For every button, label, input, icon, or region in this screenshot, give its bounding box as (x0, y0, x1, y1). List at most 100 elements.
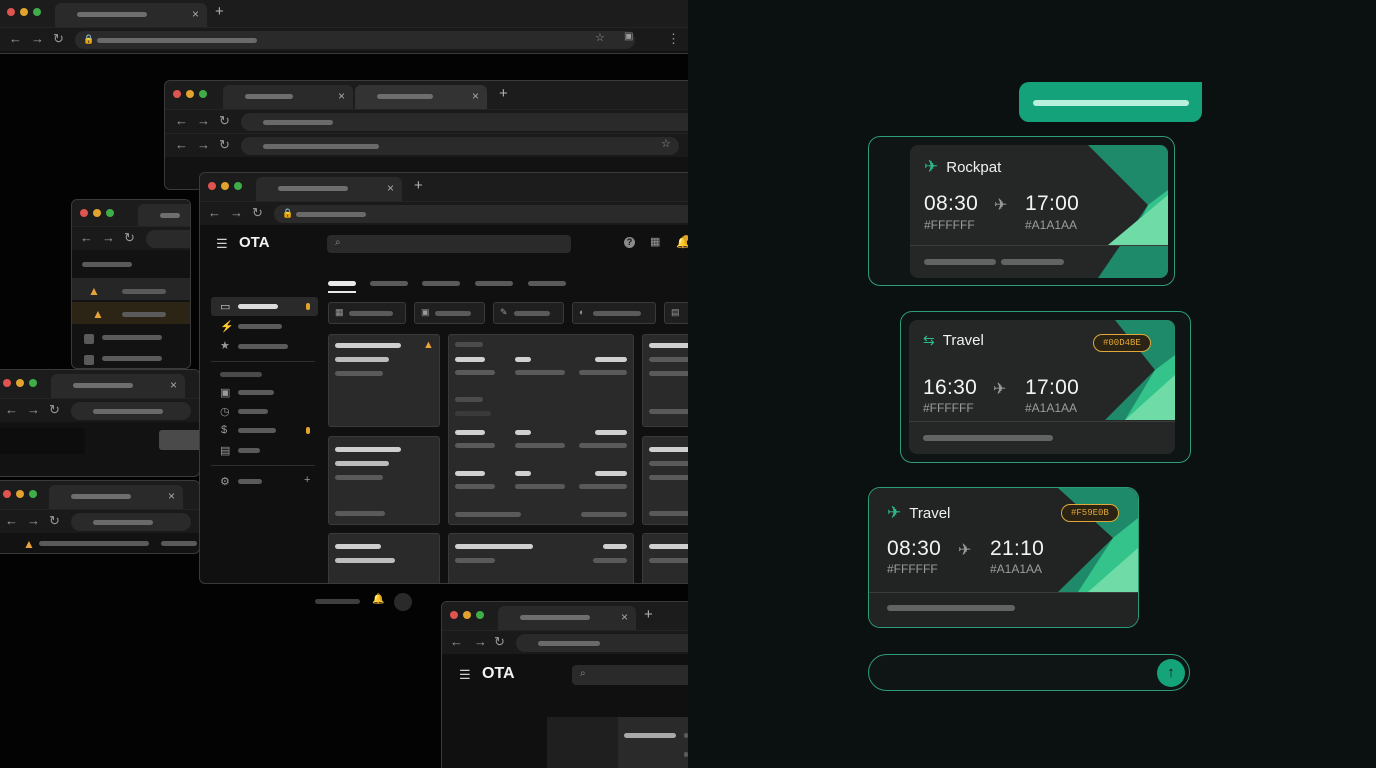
sidepanel-icon[interactable]: ▣ (624, 31, 633, 42)
composite-screen: × + ← → ↻ 🔒 ☆ ▣ ⋮ ← → ↻ ▲ ▲ × ← → ↻ × ← … (0, 0, 1376, 768)
hamburger-icon[interactable]: ☰ (216, 236, 228, 252)
help-icon[interactable]: ? (624, 237, 635, 248)
browser-tab[interactable]: × (55, 3, 207, 27)
address-bar[interactable]: 🔒 (75, 31, 635, 49)
browser-window-offscreen-1: × ← → ↻ (0, 369, 200, 477)
airline-name: Travel (909, 504, 951, 522)
depart-code: #FFFFFF (923, 401, 974, 415)
tab[interactable] (475, 281, 513, 286)
content-card[interactable]: ▲ (328, 334, 440, 427)
flight-card[interactable]: ⇆ Travel #00D4BE 16:30 ✈ 17:00 #FFFFFF #… (900, 311, 1191, 463)
close-tab-icon[interactable]: × (192, 7, 199, 21)
menu-kebab-icon[interactable]: ⋮ (667, 31, 680, 47)
arrive-time: 17:00 (1025, 192, 1080, 215)
new-tab-icon[interactable]: + (215, 3, 224, 20)
content-card[interactable] (448, 533, 634, 583)
apps-grid-icon[interactable]: ▦ (650, 235, 660, 248)
user-message-bubble (1019, 82, 1202, 122)
laptop-icon: ▭ (220, 301, 231, 313)
filter-chip[interactable]: ✎ (493, 302, 564, 324)
sidebar-item-settings[interactable] (238, 479, 262, 484)
browser-tab-active[interactable]: × (256, 177, 402, 201)
search-input[interactable]: ⌕ (572, 665, 688, 685)
color-badge: #F59E0B (1061, 504, 1119, 522)
content-table-card[interactable] (448, 334, 634, 525)
bolt-icon: ⚡ (220, 321, 234, 333)
warning-icon: ▲ (423, 339, 434, 351)
sidebar-item[interactable] (238, 448, 260, 453)
browser-tab[interactable]: × (223, 85, 353, 109)
route-icon: ⇆ (923, 332, 935, 348)
sidebar-item[interactable] (238, 344, 288, 349)
airline-name: Travel (942, 332, 984, 349)
clock-icon: ◷ (220, 406, 230, 418)
sidebar-item[interactable] (238, 409, 268, 414)
gear-icon[interactable]: ⚙ (220, 475, 230, 488)
forward-icon[interactable]: → (230, 205, 243, 220)
warning-icon: ▲ (92, 307, 104, 321)
forward-icon[interactable]: → (31, 31, 44, 46)
tab-active[interactable] (328, 281, 356, 286)
arrive-time: 17:00 (1025, 376, 1080, 399)
ota-window-bottom: × + ← → ↻ ☰ OTA ⌕ (441, 601, 688, 768)
plane-icon: ✈ (993, 381, 1007, 398)
content-card[interactable] (642, 436, 688, 525)
plane-icon: ✈ (924, 157, 939, 176)
back-icon[interactable]: ← (80, 230, 93, 245)
tab[interactable] (528, 281, 566, 286)
reload-icon[interactable]: ↻ (252, 205, 263, 221)
warning-icon: ▲ (88, 284, 100, 298)
filter-chip[interactable]: ▦ (328, 302, 406, 324)
flight-card[interactable]: ✈ Rockpat 08:30 ✈ 17:00 #FFFFFF #A1A1AA (868, 136, 1175, 286)
content-card[interactable] (642, 533, 688, 583)
arrive-time: 21:10 (990, 537, 1045, 560)
card-decoration (1088, 145, 1168, 278)
bell-icon: 🔔 (372, 594, 385, 605)
back-icon[interactable]: ← (9, 31, 22, 46)
sidebar-item[interactable] (238, 428, 276, 433)
filter-chip[interactable]: ◐ (572, 302, 656, 324)
forward-icon[interactable]: → (102, 230, 115, 245)
arrive-code: #A1A1AA (990, 562, 1043, 576)
tab[interactable] (370, 281, 408, 286)
close-tab-icon[interactable]: × (387, 181, 394, 195)
depart-code: #FFFFFF (887, 562, 938, 576)
hamburger-icon[interactable]: ☰ (459, 667, 471, 683)
browser-window-back: × + ← → ↻ 🔒 ☆ ▣ ⋮ (0, 0, 688, 54)
sidebar-item[interactable] (238, 390, 274, 395)
address-bar[interactable]: 🔒 (274, 205, 688, 223)
flight-card[interactable]: ✈ Travel #F59E0B 08:30 ✈ 21:10 #FFFFFF #… (868, 487, 1139, 628)
browser-window-list: ← → ↻ ▲ ▲ (71, 199, 191, 369)
bookmark-star-icon[interactable]: ☆ (595, 31, 605, 44)
app-title: OTA (482, 665, 515, 682)
filter-chip[interactable]: ▣ (414, 302, 485, 324)
calendar-icon: ▣ (220, 387, 231, 399)
new-tab-icon[interactable]: + (414, 177, 423, 194)
filter-chip[interactable]: ▤ (664, 302, 688, 324)
add-icon[interactable]: + (304, 474, 310, 486)
browser-tab-active[interactable]: × (355, 85, 487, 109)
briefcase-icon: ▤ (220, 445, 231, 457)
chat-input[interactable]: ↑ (868, 654, 1190, 691)
avatar (394, 593, 412, 611)
reload-icon[interactable]: ↻ (124, 230, 135, 246)
airline-name: Rockpat (946, 158, 1002, 176)
plane-icon: ✈ (958, 542, 972, 559)
search-icon: ⌕ (335, 237, 341, 248)
send-button[interactable]: ↑ (1157, 659, 1185, 687)
star-icon: ★ (220, 340, 230, 352)
content-card[interactable] (328, 436, 440, 525)
depart-time: 08:30 (924, 192, 979, 215)
search-input[interactable]: ⌕ (327, 235, 571, 253)
browser-collage: × + ← → ↻ 🔒 ☆ ▣ ⋮ ← → ↻ ▲ ▲ × ← → ↻ × ← … (0, 0, 688, 768)
plane-icon: ✈ (887, 503, 902, 522)
depart-time: 08:30 (887, 537, 942, 560)
reload-icon[interactable]: ↻ (53, 31, 64, 47)
tab[interactable] (422, 281, 460, 286)
content-card[interactable] (642, 334, 688, 427)
sidebar-item[interactable] (238, 324, 282, 329)
search-icon: ⌕ (580, 668, 586, 679)
dollar-icon: $ (221, 424, 228, 436)
content-card[interactable] (328, 533, 440, 583)
back-icon[interactable]: ← (208, 205, 221, 220)
